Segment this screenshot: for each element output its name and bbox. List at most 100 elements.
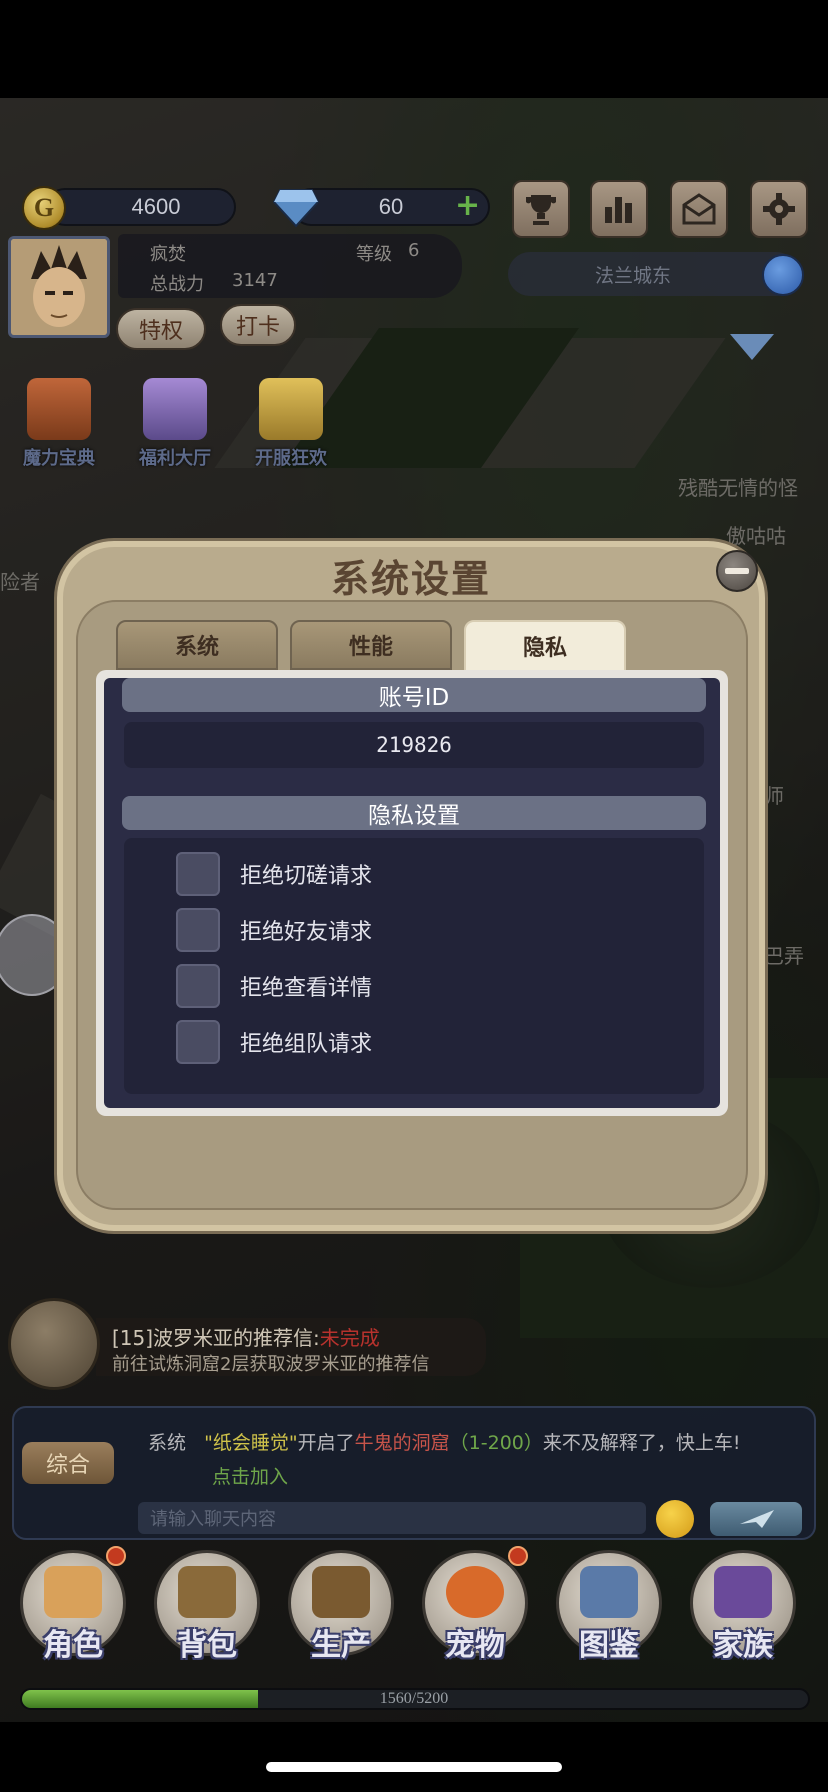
bottom-safe-area (0, 1722, 828, 1792)
privilege-button[interactable]: 特权 (116, 308, 206, 350)
option-label: 拒绝组队请求 (240, 1032, 373, 1057)
option-refuse-team[interactable]: 拒绝组队请求 (176, 1020, 372, 1064)
refuse-team-checkbox[interactable] (176, 1020, 220, 1064)
event-magic-codex[interactable]: 魔力宝典 (14, 378, 104, 474)
minus-icon (725, 568, 749, 574)
treasure-icon (259, 378, 323, 440)
search-icon[interactable] (762, 254, 804, 296)
ranking-button[interactable] (590, 180, 648, 238)
level-label: 等级 (356, 244, 392, 265)
quest-description: 前往试炼洞窟2层获取波罗米亚的推荐信 (112, 1354, 430, 1375)
pet-icon (446, 1566, 504, 1618)
chat-text: 开启了 (297, 1432, 355, 1454)
emoji-icon[interactable] (656, 1500, 694, 1538)
send-button[interactable] (710, 1502, 802, 1536)
nav-family[interactable]: 家族 (684, 1546, 802, 1668)
location-search-bar[interactable]: 法兰城东 (508, 252, 798, 296)
ranking-icon (605, 197, 632, 223)
chat-join-link[interactable]: 点击加入 (212, 1462, 288, 1489)
avatar-portrait (11, 239, 107, 335)
account-id-header: 账号ID (122, 678, 706, 712)
character-icon (44, 1566, 102, 1618)
refuse-friend-checkbox[interactable] (176, 908, 220, 952)
settings-button[interactable] (750, 180, 808, 238)
pickaxe-icon (312, 1566, 370, 1618)
option-label: 拒绝好友请求 (240, 920, 373, 945)
notification-badge (106, 1546, 126, 1566)
npc-name-label: 险者 (0, 570, 40, 594)
gear-icon (763, 193, 795, 225)
chat-player-name[interactable]: "纸会睡觉" (204, 1432, 297, 1454)
experience-text: 1560/5200 (379, 1690, 449, 1707)
chat-range: （1-200） (449, 1432, 543, 1454)
nav-label: 角色 (43, 1628, 103, 1663)
trophy-icon (526, 195, 556, 225)
gold-coin-icon: G (22, 186, 66, 230)
nav-codex[interactable]: 图鉴 (550, 1546, 668, 1668)
close-button[interactable] (716, 550, 758, 592)
refuse-view-details-checkbox[interactable] (176, 964, 220, 1008)
npc-name-label: 残酷无情的怪 (678, 476, 798, 500)
quest-status: 未完成 (319, 1326, 380, 1350)
event-label: 魔力宝典 (23, 448, 95, 469)
account-id-value: 219826 (124, 722, 704, 768)
event-label: 福利大厅 (139, 448, 211, 469)
trophy-button[interactable] (512, 180, 570, 238)
player-name: 疯焚 (150, 244, 186, 265)
gift-box-icon (143, 378, 207, 440)
nav-production[interactable]: 生产 (282, 1546, 400, 1668)
dialog-title: 系统设置 (330, 557, 491, 601)
tab-privacy[interactable]: 隐私 (464, 620, 626, 672)
option-label: 拒绝切磋请求 (240, 864, 373, 889)
checkin-button[interactable]: 打卡 (220, 304, 296, 346)
diamond-amount: 60 (378, 194, 404, 219)
nav-backpack[interactable]: 背包 (148, 1546, 266, 1668)
status-bar-area (0, 0, 828, 98)
codex-book-icon (580, 1566, 638, 1618)
power-label: 总战力 (150, 274, 204, 295)
refuse-duel-checkbox[interactable] (176, 852, 220, 896)
option-label: 拒绝查看详情 (240, 976, 373, 1001)
nav-label: 宠物 (445, 1628, 505, 1663)
chat-channel: 系统 (148, 1432, 187, 1454)
nav-label: 图鉴 (579, 1628, 639, 1663)
event-server-carnival[interactable]: 开服狂欢 (246, 378, 336, 474)
gold-counter: 4600 (46, 188, 236, 226)
power-value: 3147 (232, 270, 278, 291)
chat-input[interactable]: 请输入聊天内容 (138, 1502, 646, 1534)
nav-character[interactable]: 角色 (14, 1546, 132, 1668)
player-info-panel: 疯焚 等级 6 总战力 3147 (118, 234, 462, 298)
banner-icon (714, 1566, 772, 1618)
add-diamonds-icon[interactable]: + (455, 191, 480, 221)
event-welfare-hall[interactable]: 福利大厅 (130, 378, 220, 474)
backpack-icon (178, 1566, 236, 1618)
option-refuse-view-details[interactable]: 拒绝查看详情 (176, 964, 372, 1008)
nav-pet[interactable]: 宠物 (416, 1546, 534, 1668)
quest-title: [15]波罗米亚的推荐信:未完成 (112, 1322, 380, 1351)
gold-amount: 4600 (131, 194, 181, 219)
option-refuse-friend[interactable]: 拒绝好友请求 (176, 908, 372, 952)
chat-input-placeholder: 请输入聊天内容 (150, 1509, 276, 1530)
expand-triangle-icon[interactable] (730, 334, 774, 360)
tab-performance[interactable]: 性能 (290, 620, 452, 670)
nav-label: 背包 (177, 1628, 237, 1663)
home-indicator[interactable] (266, 1762, 562, 1772)
chat-message: 系统 "纸会睡觉"开启了牛鬼的洞窟（1-200）来不及解释了，快上车! (148, 1428, 741, 1455)
nav-label: 家族 (713, 1628, 773, 1663)
scroll-icon[interactable] (8, 1298, 100, 1390)
chat-place: 牛鬼的洞窟 (354, 1432, 450, 1454)
option-refuse-duel[interactable]: 拒绝切磋请求 (176, 852, 372, 896)
event-label: 开服狂欢 (255, 448, 327, 469)
book-icon (27, 378, 91, 440)
quest-title-text: [15]波罗米亚的推荐信: (112, 1326, 320, 1350)
paper-plane-icon (740, 1510, 774, 1528)
mail-button[interactable] (670, 180, 728, 238)
npc-name-label: 巴弄 (764, 944, 804, 968)
tab-system[interactable]: 系统 (116, 620, 278, 670)
privacy-settings-header: 隐私设置 (122, 796, 706, 830)
diamond-icon (272, 189, 320, 228)
mail-icon (682, 193, 716, 225)
player-avatar[interactable] (8, 236, 110, 338)
chat-tab-general[interactable]: 综合 (22, 1442, 114, 1484)
level-value: 6 (408, 240, 420, 261)
